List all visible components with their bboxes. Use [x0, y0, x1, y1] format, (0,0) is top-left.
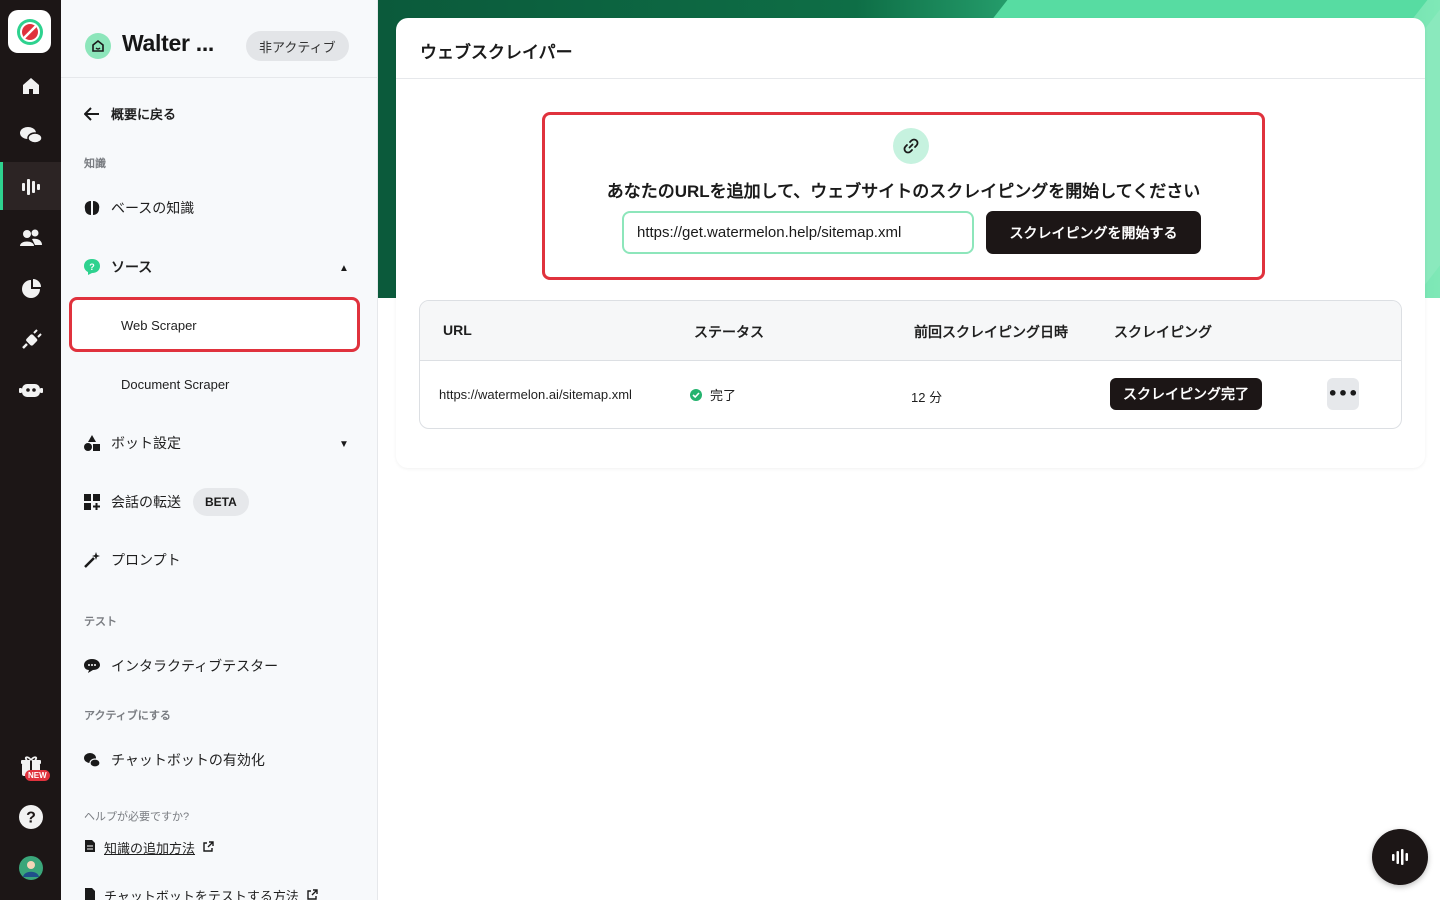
- more-options-button[interactable]: •••: [1327, 378, 1359, 410]
- scraping-complete-button[interactable]: スクレイピング完了: [1110, 378, 1262, 410]
- chat-bubbles-icon: [83, 751, 101, 769]
- check-circle-icon: [690, 389, 702, 401]
- new-badge: NEW: [25, 770, 50, 781]
- web-scraper-card: ウェブスクレイパー あなたのURLを追加して、ウェブサイトのスクレイピングを開始…: [396, 18, 1425, 468]
- brain-icon: [83, 199, 101, 217]
- bot-training-icon[interactable]: [0, 162, 61, 210]
- sidebar-item-web-scraper[interactable]: Web Scraper: [121, 318, 197, 333]
- contacts-icon[interactable]: [0, 214, 61, 262]
- row-status: 完了: [690, 385, 736, 404]
- conversations-icon[interactable]: [0, 111, 61, 159]
- conversation-transfer-label: 会話の転送: [111, 494, 181, 510]
- sidebar-item-interactive-tester[interactable]: インタラクティブテスター: [83, 656, 278, 676]
- bots-icon[interactable]: [0, 366, 61, 414]
- row-last-scraped: 12 分: [911, 390, 943, 405]
- interactive-tester-label: インタラクティブテスター: [111, 658, 279, 674]
- link-icon: [893, 128, 929, 164]
- beta-badge: BETA: [193, 488, 249, 516]
- external-link-icon: [307, 888, 318, 900]
- document-icon: [84, 839, 96, 856]
- svg-text:?: ?: [26, 810, 36, 827]
- sidebar-item-enable-chatbot[interactable]: チャットボットの有効化: [83, 750, 265, 770]
- icon-rail: NEW ?: [0, 0, 61, 900]
- help-link-test-chatbot[interactable]: チャットボットをテストする方法: [84, 886, 318, 900]
- help-link-2-label: チャットボットをテストする方法: [104, 889, 299, 900]
- prompt-label: プロンプト: [111, 552, 181, 568]
- scraped-urls-table: URL ステータス 前回スクレイピング日時 スクレイピング https://wa…: [419, 300, 1402, 429]
- table-header: URL ステータス 前回スクレイピング日時 スクレイピング: [420, 301, 1401, 361]
- source-bubble-icon: ?: [83, 258, 101, 276]
- caret-up-icon[interactable]: ▲: [339, 263, 349, 274]
- shapes-icon: [83, 434, 101, 452]
- grid-add-icon: [83, 493, 101, 511]
- chat-bubble-icon: [83, 657, 101, 675]
- start-scraping-button[interactable]: スクレイピングを開始する: [986, 211, 1201, 254]
- enable-chatbot-label: チャットボットの有効化: [111, 752, 265, 768]
- arrow-left-icon: [83, 105, 101, 123]
- caret-down-icon[interactable]: ▼: [339, 439, 349, 450]
- sidebar-item-bot-settings[interactable]: ボット設定: [83, 433, 181, 453]
- back-to-overview-link[interactable]: 概要に戻る: [83, 104, 176, 123]
- chat-launcher-button[interactable]: [1372, 829, 1428, 885]
- help-icon[interactable]: ?: [0, 793, 61, 841]
- add-url-panel: あなたのURLを追加して、ウェブサイトのスクレイピングを開始してください スクレ…: [542, 112, 1265, 280]
- section-knowledge: 知識: [84, 158, 106, 170]
- home-icon[interactable]: [0, 62, 61, 110]
- status-label: 完了: [710, 388, 737, 403]
- bot-header: Walter ... 非アクティブ: [61, 0, 377, 78]
- user-avatar[interactable]: [0, 844, 61, 892]
- sidebar-item-base-knowledge[interactable]: ベースの知識: [83, 198, 194, 218]
- sidebar-item-prompt[interactable]: プロンプト: [83, 550, 181, 570]
- column-header-url: URL: [443, 322, 472, 338]
- svg-text:?: ?: [89, 262, 95, 272]
- column-header-status: ステータス: [694, 324, 764, 340]
- add-url-heading: あなたのURLを追加して、ウェブサイトのスクレイピングを開始してください: [606, 182, 1201, 201]
- document-icon: [84, 887, 96, 900]
- section-test: テスト: [84, 616, 117, 628]
- sidebar-item-document-scraper[interactable]: Document Scraper: [121, 377, 229, 392]
- column-header-scraping: スクレイピング: [1114, 324, 1212, 340]
- row-url: https://watermelon.ai/sitemap.xml: [439, 387, 632, 402]
- bot-avatar-icon: [85, 33, 111, 59]
- voice-bars-icon: [1392, 849, 1408, 865]
- integrations-icon[interactable]: [0, 316, 61, 364]
- analytics-icon[interactable]: [0, 265, 61, 313]
- sources-label: ソース: [111, 259, 153, 275]
- sidebar-item-conversation-transfer[interactable]: 会話の転送: [83, 492, 181, 512]
- bot-name: Walter ...: [122, 30, 214, 56]
- bot-status-badge[interactable]: 非アクティブ: [246, 31, 349, 61]
- section-help: ヘルプが必要ですか?: [84, 811, 190, 823]
- page-title: ウェブスクレイパー: [420, 43, 573, 62]
- help-link-add-knowledge[interactable]: 知識の追加方法: [84, 838, 214, 857]
- divider: [396, 78, 1425, 79]
- bot-sidebar: Walter ... 非アクティブ 概要に戻る 知識 ベースの知識 ? ソース …: [61, 0, 378, 900]
- column-header-last-scraped: 前回スクレイピング日時: [914, 324, 1068, 340]
- external-link-icon: [203, 840, 214, 855]
- gift-icon[interactable]: NEW: [0, 742, 61, 790]
- watermelon-logo-icon[interactable]: [8, 10, 51, 53]
- section-activate: アクティブにする: [84, 710, 171, 722]
- help-link-1-label: 知識の追加方法: [104, 841, 196, 856]
- back-label: 概要に戻る: [111, 107, 177, 122]
- base-knowledge-label: ベースの知識: [111, 200, 195, 216]
- bot-settings-label: ボット設定: [111, 435, 181, 451]
- web-scraper-highlight: [69, 297, 360, 352]
- magic-wand-icon: [83, 551, 101, 569]
- sidebar-item-sources[interactable]: ? ソース: [83, 257, 152, 277]
- url-input[interactable]: [622, 211, 974, 254]
